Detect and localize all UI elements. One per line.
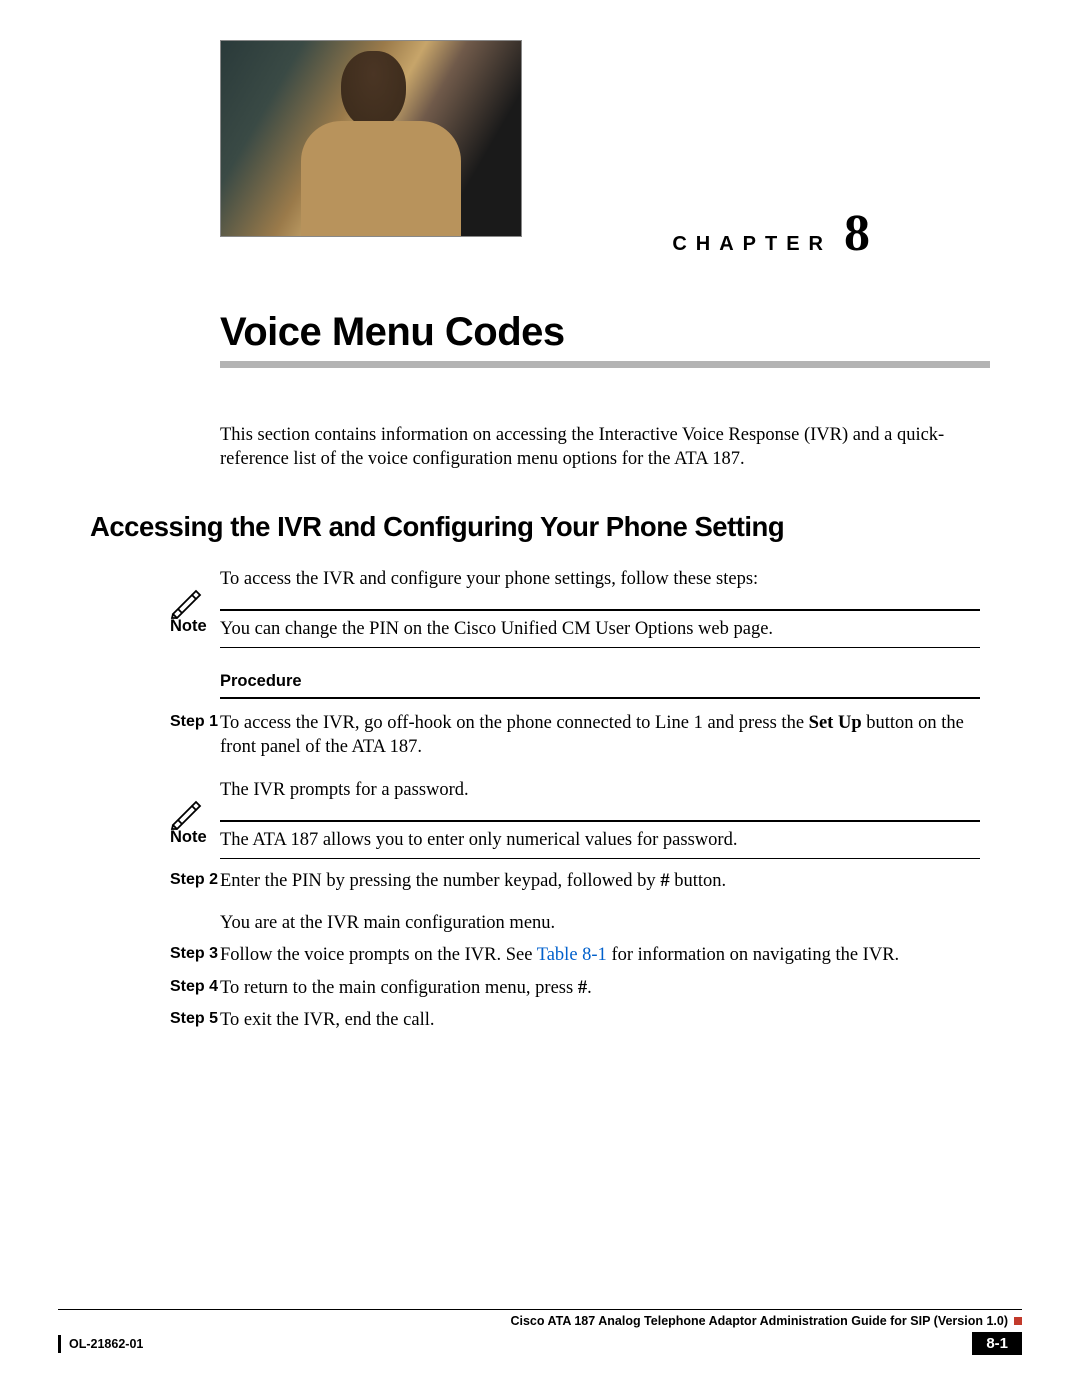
note-label: Note: [170, 617, 220, 636]
note-rule-bottom: [220, 647, 980, 648]
step2-post: button.: [670, 871, 727, 891]
step-label-2: Step 2: [170, 869, 220, 889]
procedure-label: Procedure: [220, 672, 990, 691]
footer-bar-icon: [58, 1335, 61, 1353]
step2-extra: You are at the IVR main configuration me…: [220, 911, 980, 935]
section-lead: To access the IVR and configure your pho…: [220, 567, 980, 591]
chapter-word: CHAPTER: [672, 233, 832, 256]
step-text-5: To exit the IVR, end the call.: [220, 1008, 980, 1032]
note-block-1: Note You can change the PIN on the Cisco…: [170, 609, 980, 648]
page-footer: Cisco ATA 187 Analog Telephone Adaptor A…: [58, 1309, 1022, 1355]
note-block-2: Note The ATA 187 allows you to enter onl…: [170, 820, 980, 859]
step-text-1: To access the IVR, go off-hook on the ph…: [220, 711, 980, 759]
note-rule-bottom: [220, 858, 980, 859]
chapter-header-image: [220, 40, 522, 237]
step4-bold: #: [578, 978, 587, 998]
section-heading: Accessing the IVR and Configuring Your P…: [90, 511, 990, 543]
step-row-3: Step 3 Follow the voice prompts on the I…: [170, 943, 980, 967]
note-text-2: The ATA 187 allows you to enter only num…: [220, 828, 980, 852]
footer-title-row: Cisco ATA 187 Analog Telephone Adaptor A…: [58, 1314, 1022, 1328]
footer-ol: OL-21862-01: [69, 1337, 143, 1351]
step-text-4: To return to the main configuration menu…: [220, 976, 980, 1000]
step1-pre: To access the IVR, go off-hook on the ph…: [220, 713, 809, 733]
step-text-3: Follow the voice prompts on the IVR. See…: [220, 943, 980, 967]
step2-pre: Enter the PIN by pressing the number key…: [220, 871, 660, 891]
step-text-2: Enter the PIN by pressing the number key…: [220, 869, 980, 893]
step-row-2: Step 2 Enter the PIN by pressing the num…: [170, 869, 980, 893]
step4-pre: To return to the main configuration menu…: [220, 978, 578, 998]
footer-doc-title: Cisco ATA 187 Analog Telephone Adaptor A…: [510, 1314, 1008, 1328]
step3-link[interactable]: Table 8-1: [537, 945, 607, 965]
step4-post: .: [587, 978, 592, 998]
step-row-1: Step 1 To access the IVR, go off-hook on…: [170, 711, 980, 759]
chapter-number: 8: [844, 208, 870, 260]
chapter-title: Voice Menu Codes: [220, 310, 990, 355]
footer-rule: [58, 1309, 1022, 1310]
note-label: Note: [170, 828, 220, 847]
step3-pre: Follow the voice prompts on the IVR. See: [220, 945, 537, 965]
intro-paragraph: This section contains information on acc…: [220, 423, 980, 471]
pencil-icon: [170, 585, 204, 613]
pencil-icon: [170, 796, 204, 824]
step-label-3: Step 3: [170, 943, 220, 963]
step1-bold: Set Up: [809, 713, 862, 733]
step-row-5: Step 5 To exit the IVR, end the call.: [170, 1008, 980, 1032]
page: CHAPTER 8 Voice Menu Codes This section …: [0, 0, 1080, 1397]
footer-bottom: OL-21862-01 8-1: [58, 1332, 1022, 1355]
step3-post: for information on navigating the IVR.: [607, 945, 899, 965]
footer-square-icon: [1014, 1317, 1022, 1325]
note-text-1: You can change the PIN on the Cisco Unif…: [220, 617, 980, 641]
step-label-1: Step 1: [170, 711, 220, 731]
step2-bold: #: [660, 871, 669, 891]
step1-extra: The IVR prompts for a password.: [220, 778, 980, 802]
step-row-4: Step 4 To return to the main configurati…: [170, 976, 980, 1000]
chapter-label-block: CHAPTER 8: [672, 208, 870, 260]
chapter-title-rule: [220, 361, 990, 368]
step-label-5: Step 5: [170, 1008, 220, 1028]
footer-left: OL-21862-01: [58, 1335, 143, 1353]
procedure-rule: [220, 697, 980, 699]
footer-page-number: 8-1: [972, 1332, 1022, 1355]
step-label-4: Step 4: [170, 976, 220, 996]
chapter-header: CHAPTER 8: [90, 40, 990, 270]
